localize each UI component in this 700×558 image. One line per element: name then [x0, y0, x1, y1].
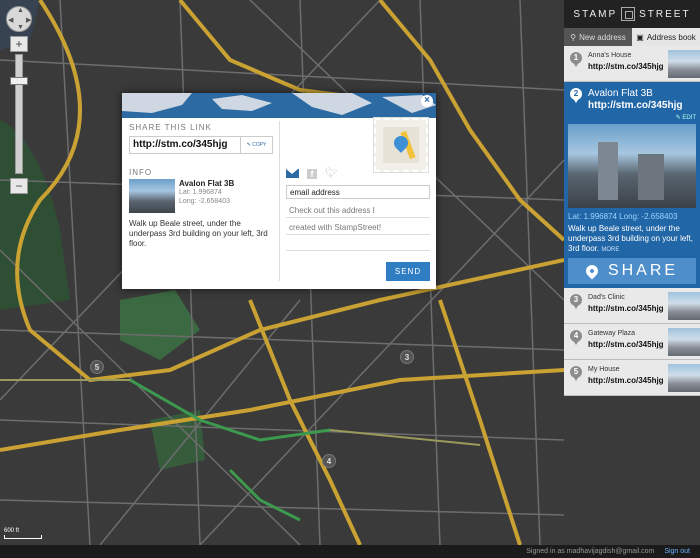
info-block: Avalon Flat 3B Lat: 1.996874 Long: -2.65… — [129, 179, 274, 215]
modal-divider — [279, 121, 280, 281]
zoom-out-button[interactable]: − — [10, 178, 28, 194]
info-lat: Lat: 1.996874 — [179, 189, 222, 196]
modal-header: × — [122, 93, 436, 118]
logo-text-left: STAMP — [573, 8, 618, 20]
more-link[interactable]: MORE — [601, 247, 619, 253]
item-name: Avalon Flat 3B — [588, 88, 653, 99]
pan-up-icon[interactable]: ▲ — [17, 7, 24, 14]
item-description: Walk up Beale street, under the underpas… — [568, 224, 696, 255]
share-link-label: SHARE THIS LINK — [129, 123, 212, 132]
item-link[interactable]: http://stm.co/345hjg — [588, 62, 664, 71]
item-link[interactable]: http://stm.co/345hjg — [588, 100, 682, 111]
info-description: Walk up Beale street, under the underpas… — [129, 219, 268, 248]
item-name: My House — [588, 366, 620, 373]
logo-text-right: STREET — [639, 8, 691, 20]
zoom-in-button[interactable]: + — [10, 36, 28, 52]
pan-right-icon[interactable]: ▶ — [26, 16, 31, 24]
logo[interactable]: STAMP STREET — [564, 0, 700, 28]
pin-icon: ⚲ — [570, 32, 577, 42]
address-item-3[interactable]: 3 Dad's Clinic http://stm.co/345hjg — [564, 288, 700, 324]
message-line-2[interactable]: created with StampStreet! — [286, 221, 430, 235]
zoom-slider[interactable] — [10, 54, 28, 174]
item-link[interactable]: http://stm.co/345hjg — [588, 304, 664, 313]
item-number-pin: 2 — [570, 88, 582, 103]
status-bar: Signed in as madhavijagdish@gmail.com Si… — [0, 545, 700, 558]
share-label: SHARE — [607, 262, 679, 279]
pan-left-icon[interactable]: ◀ — [8, 16, 13, 24]
map-marker[interactable]: 5 — [90, 360, 104, 374]
info-label: INFO — [129, 168, 153, 177]
item-name: Dad's Clinic — [588, 294, 625, 301]
share-modal: × SHARE THIS LINK http://stm.co/345hjg ✎… — [122, 93, 436, 289]
share-link-field[interactable]: http://stm.co/345hjg — [129, 136, 241, 154]
address-item-1[interactable]: 1 Anna's House http://stm.co/345hjg — [564, 46, 700, 82]
stamp-image — [374, 118, 428, 172]
tab-label: New address — [579, 32, 626, 42]
share-channel-icons: f 🐦︎ — [286, 169, 338, 179]
item-thumbnail — [668, 50, 700, 78]
stamp-map-icon — [383, 127, 419, 163]
address-item-2[interactable]: 2 Avalon Flat 3B http://stm.co/345hjg ✎ … — [564, 82, 700, 288]
email-icon[interactable] — [286, 169, 299, 178]
tab-new-address[interactable]: ⚲ New address — [564, 28, 632, 46]
item-number-pin: 4 — [570, 330, 582, 345]
map-marker[interactable]: 3 — [400, 350, 414, 364]
pan-control[interactable]: ▲ ◀ ▶ ▼ — [6, 6, 32, 32]
zoom-slider-knob[interactable] — [10, 77, 28, 85]
sign-out-link[interactable]: Sign out — [664, 548, 690, 555]
item-thumbnail — [668, 328, 700, 356]
address-item-5[interactable]: 5 My House http://stm.co/345hjg — [564, 360, 700, 396]
item-long: Long: -2.658403 — [619, 212, 678, 221]
edit-link[interactable]: ✎ EDIT — [676, 114, 696, 121]
item-link[interactable]: http://stm.co/345hjg — [588, 376, 664, 385]
map-controls[interactable]: ▲ ◀ ▶ ▼ + − — [6, 6, 34, 194]
map-scale: 600 ft — [4, 528, 42, 539]
facebook-icon[interactable]: f — [307, 169, 317, 179]
modal-left-column: SHARE THIS LINK http://stm.co/345hjg ✎ C… — [129, 123, 274, 249]
modal-header-map — [122, 93, 436, 118]
send-button[interactable]: SEND — [386, 262, 430, 281]
item-link[interactable]: http://stm.co/345hjg — [588, 340, 664, 349]
message-line-1[interactable]: Check out this address I — [286, 204, 430, 218]
signed-in-text: Signed in as madhavijagdish@gmail.com — [526, 548, 655, 555]
sidebar-tabs: ⚲ New address ▣ Address book — [564, 28, 700, 46]
map-scale-bar — [4, 535, 42, 539]
share-button[interactable]: SHARE — [568, 258, 696, 284]
close-icon[interactable]: × — [421, 95, 433, 107]
item-name: Anna's House — [588, 52, 632, 59]
message-line-3[interactable] — [286, 239, 430, 251]
info-photo — [129, 179, 175, 213]
sidebar: STAMP STREET ⚲ New address ▣ Address boo… — [564, 0, 700, 545]
item-lat: Lat: 1.996874 — [568, 212, 617, 221]
logo-mark-icon — [621, 7, 636, 21]
link-row: http://stm.co/345hjg ✎ COPY — [129, 136, 274, 154]
copy-button[interactable]: ✎ COPY — [241, 136, 273, 154]
item-coordinates: Lat: 1.996874 Long: -2.658403 — [568, 212, 677, 221]
info-name: Avalon Flat 3B — [179, 179, 235, 188]
item-number-pin: 3 — [570, 294, 582, 309]
item-thumbnail — [668, 364, 700, 392]
pin-icon — [583, 262, 601, 280]
twitter-icon[interactable]: 🐦︎ — [325, 169, 338, 179]
edit-label: EDIT — [682, 115, 696, 121]
map-marker[interactable]: 4 — [322, 454, 336, 468]
address-item-4[interactable]: 4 Gateway Plaza http://stm.co/345hjg — [564, 324, 700, 360]
item-number-pin: 5 — [570, 366, 582, 381]
tab-label: Address book — [646, 32, 696, 42]
item-number-pin: 1 — [570, 52, 582, 67]
email-field[interactable]: email address — [286, 185, 430, 199]
item-thumbnail — [668, 292, 700, 320]
item-description-text: Walk up Beale street, under the underpas… — [568, 224, 693, 253]
pan-down-icon[interactable]: ▼ — [17, 24, 24, 31]
item-name: Gateway Plaza — [588, 330, 636, 337]
info-long: Long: -2.658403 — [179, 198, 230, 205]
book-icon: ▣ — [636, 32, 644, 42]
tab-address-book[interactable]: ▣ Address book — [632, 28, 700, 46]
item-photo — [568, 124, 696, 208]
map-scale-label: 600 ft — [4, 528, 20, 534]
